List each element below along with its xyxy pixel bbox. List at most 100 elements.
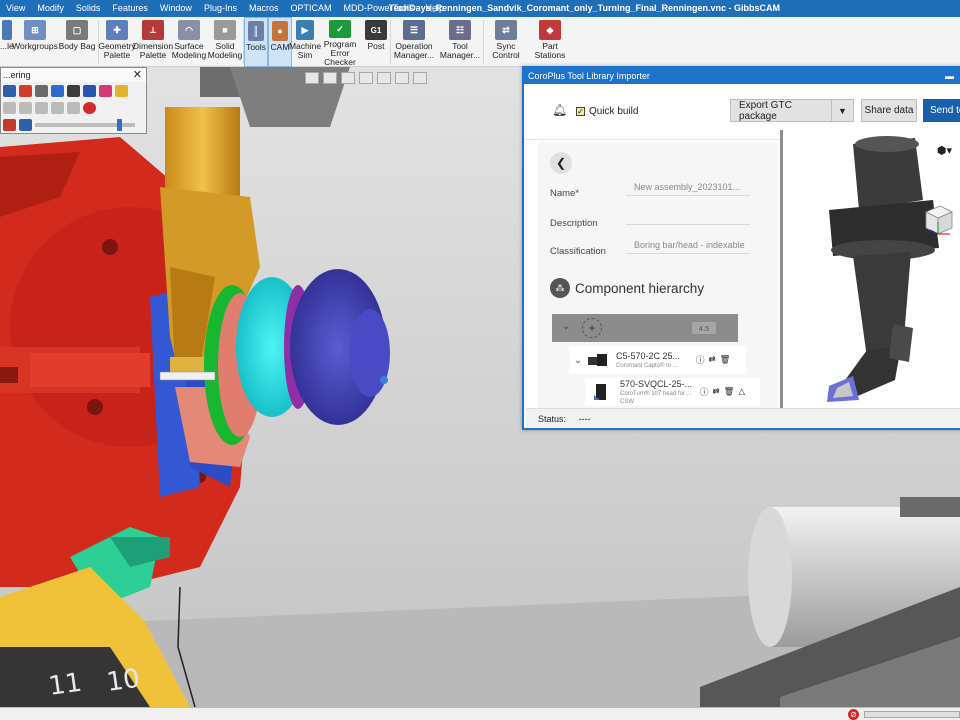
workgroups-button[interactable]: ⊞ Workgroups	[12, 17, 58, 67]
trash-icon[interactable]: 🗑︎	[724, 386, 735, 398]
lock-icon[interactable]	[35, 84, 48, 97]
machine-sim-button[interactable]: ▶ Machine Sim	[289, 17, 321, 67]
cam-icon: ●	[272, 21, 288, 41]
sync-control-button[interactable]: ⇄ Sync Control	[484, 17, 528, 67]
play-icon[interactable]	[51, 101, 64, 114]
info-icon[interactable]: ⓘ	[700, 386, 709, 398]
speed-slider-handle[interactable]	[117, 118, 122, 131]
tool-3d-preview[interactable]: ⬢▾	[780, 130, 960, 412]
component-row[interactable]: ⌄ C5-570-2C 25... Coromant Capto® to ...…	[570, 346, 746, 374]
minimize-icon[interactable]: ▬	[945, 68, 954, 84]
color-swatch-icon[interactable]	[3, 118, 16, 131]
share-data-button[interactable]: Share data	[861, 99, 917, 122]
quick-build-toggle[interactable]: ✓ Quick build	[576, 106, 638, 117]
visibility-icon[interactable]	[19, 118, 32, 131]
error-checker-button[interactable]: ✓ Program Error Checker	[318, 17, 362, 67]
view-settings-icon[interactable]	[413, 72, 427, 84]
stop-icon[interactable]: ⊘	[848, 709, 859, 720]
post-label: Post	[367, 41, 385, 51]
geometry-palette-label: Geometry Palette	[98, 41, 136, 60]
swap-icon[interactable]: ⇄	[709, 354, 716, 366]
close-icon[interactable]: ✕	[133, 68, 142, 82]
solid-modeling-icon: ■	[214, 20, 236, 40]
body-bag-button[interactable]: ▢ Body Bag	[56, 17, 98, 67]
quick-build-checkbox[interactable]: ✓	[576, 107, 585, 116]
assembly-count-badge: 4.5	[692, 322, 716, 334]
operation-manager-button[interactable]: ☰ Operation Manager...	[391, 17, 437, 67]
edge-icon[interactable]	[19, 84, 32, 97]
surface-modeling-button[interactable]: ◠ Surface Modeling	[171, 17, 207, 67]
menu-plugins[interactable]: Plug-Ins	[198, 0, 243, 17]
view-toolbar	[305, 72, 427, 86]
cube-menu-icon[interactable]: ⬢▾	[937, 144, 952, 157]
component-text: C5-570-2C 25... Coromant Capto® to ...	[616, 351, 694, 370]
view-rotate-icon[interactable]	[341, 72, 355, 84]
component-hierarchy-header: ⁂ Component hierarchy	[550, 278, 704, 298]
svg-text:11: 11	[47, 668, 84, 702]
assembly-root-row[interactable]: ⌄ + 4.5	[552, 314, 738, 342]
add-component-icon[interactable]: +	[582, 318, 602, 338]
folder-icon[interactable]	[115, 84, 128, 97]
speed-slider[interactable]	[35, 118, 135, 131]
menu-features[interactable]: Features	[106, 0, 154, 17]
swap-icon[interactable]: ⇄	[713, 386, 720, 398]
coroplus-dialog: CoroPlus Tool Library Importer ▬ 🔔︎ ✓ Qu…	[522, 66, 960, 430]
tool-manager-button[interactable]: ☷ Tool Manager...	[437, 17, 483, 67]
step-back-icon[interactable]	[35, 101, 48, 114]
classification-field[interactable]: Boring bar/head - indexable	[626, 240, 750, 254]
view-fit-icon[interactable]	[377, 72, 391, 84]
chevron-down-icon[interactable]: ▼	[831, 100, 853, 121]
palette-row-1	[1, 82, 146, 99]
bell-icon[interactable]: 🔔︎	[552, 103, 567, 117]
color-icon[interactable]	[99, 84, 112, 97]
view-zoom-icon[interactable]	[323, 72, 337, 84]
back-arrow-icon[interactable]: ❮	[550, 152, 572, 174]
post-button[interactable]: G1 Post	[362, 17, 390, 67]
record-icon[interactable]	[83, 101, 96, 114]
shaded-icon[interactable]	[51, 84, 64, 97]
solid-icon[interactable]	[83, 84, 96, 97]
window-title: TechDays_Renningen_Sandvik_Coromant_only…	[388, 3, 780, 13]
error-checker-icon: ✓	[329, 20, 351, 38]
component-hierarchy-title: Component hierarchy	[575, 280, 705, 296]
geometry-palette-button[interactable]: ✚ Geometry Palette	[98, 17, 136, 67]
description-field[interactable]	[626, 212, 750, 225]
menu-modify[interactable]: Modify	[31, 0, 70, 17]
part-stations-label: Part Stations	[534, 41, 566, 60]
menu-view[interactable]: View	[0, 0, 31, 17]
chevron-down-icon[interactable]: ⌄	[562, 321, 570, 332]
palette-title: ...ering ✕	[1, 68, 146, 82]
tools-button[interactable]: ║ Tools	[244, 17, 268, 67]
palette-row-2	[1, 99, 146, 116]
view-select-icon[interactable]	[305, 72, 319, 84]
solid-modeling-button[interactable]: ■ Solid Modeling	[207, 17, 243, 67]
view-pan-icon[interactable]	[359, 72, 373, 84]
quick-build-label: Quick build	[589, 106, 639, 117]
menu-opticam[interactable]: OPTICAM	[284, 0, 337, 17]
menu-window[interactable]: Window	[154, 0, 198, 17]
insert-icon[interactable]: △	[738, 386, 745, 398]
app-status-bar: ⊘	[0, 707, 960, 720]
view-shade-icon[interactable]	[395, 72, 409, 84]
view-cube-icon[interactable]	[920, 202, 954, 236]
name-field[interactable]: New assembly_2023101...	[626, 182, 750, 196]
send-to-button[interactable]: Send to	[923, 99, 960, 122]
component-row[interactable]: 570-SVQCL-25-... CoroTurn® 107 head for …	[586, 378, 760, 406]
dimension-palette-button[interactable]: ⟂ Dimension Palette	[133, 17, 173, 67]
operation-manager-label: Operation Manager...	[393, 41, 435, 60]
menu-solids[interactable]: Solids	[70, 0, 107, 17]
stop-icon[interactable]	[19, 101, 32, 114]
rewind-icon[interactable]	[3, 101, 16, 114]
operation-manager-icon: ☰	[403, 20, 425, 40]
menu-macros[interactable]: Macros	[243, 0, 285, 17]
solid-modeling-label: Solid Modeling	[207, 41, 243, 60]
part-stations-button[interactable]: ◆ Part Stations	[528, 17, 572, 67]
step-forward-icon[interactable]	[67, 101, 80, 114]
chevron-down-icon[interactable]: ⌄	[570, 355, 586, 366]
render-mode-icon[interactable]	[3, 84, 16, 97]
palette-row-3	[1, 116, 146, 133]
trash-icon[interactable]: 🗑︎	[720, 354, 731, 366]
info-icon[interactable]: ⓘ	[696, 354, 705, 366]
export-gtc-button[interactable]: Export GTC package ▼	[730, 99, 854, 122]
eye-icon[interactable]	[67, 84, 80, 97]
